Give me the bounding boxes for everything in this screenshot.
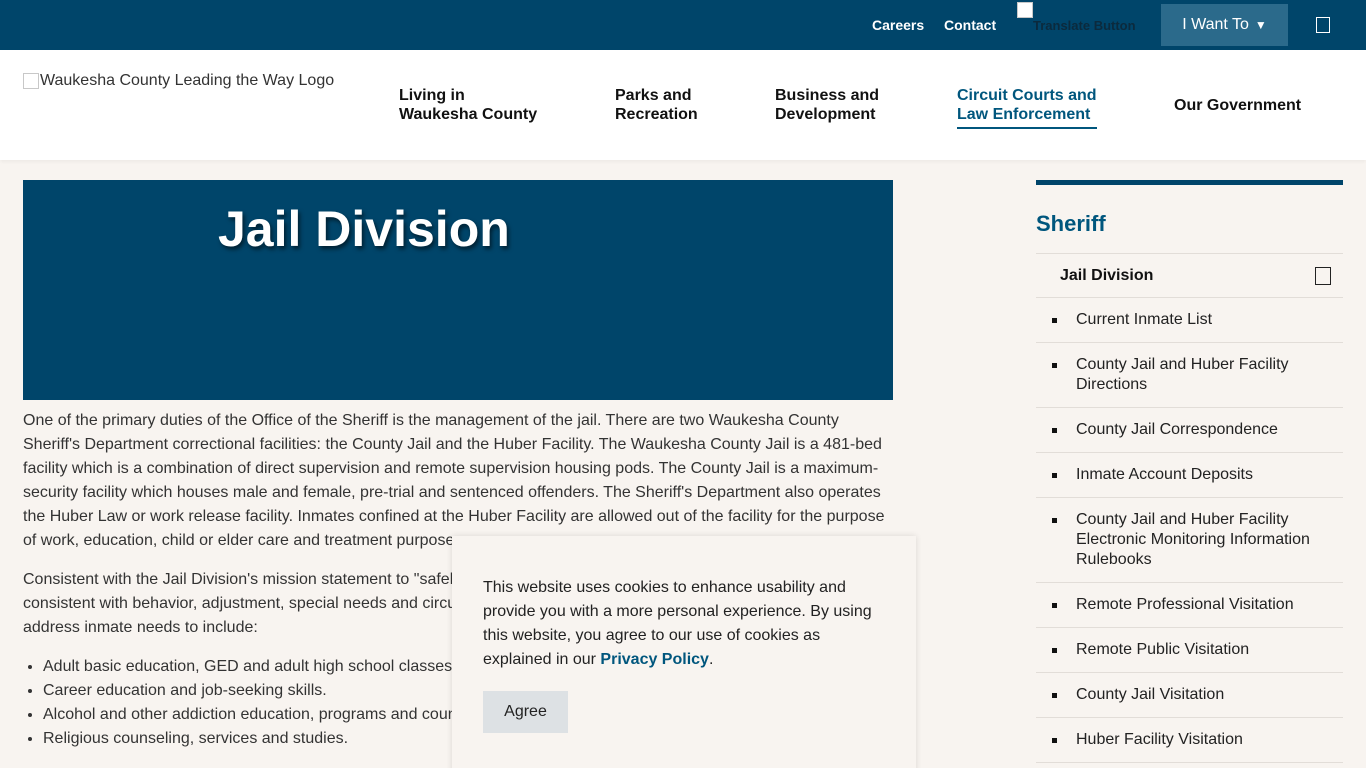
caret-down-icon: ▼ (1254, 18, 1267, 32)
intro-paragraph: One of the primary duties of the Office … (23, 412, 885, 549)
sidebar-item-inmate-account-deposits[interactable]: Inmate Account Deposits (1036, 453, 1343, 498)
sidebar-item-electronic-monitoring-rulebooks[interactable]: County Jail and Huber Facility Electroni… (1036, 498, 1343, 583)
sidebar-nav: Sheriff Jail Division Current Inmate Lis… (1036, 180, 1343, 763)
nav-business-and-development[interactable]: Business and Development (775, 86, 879, 124)
nav-our-government[interactable]: Our Government (1174, 96, 1301, 115)
broken-image-icon (23, 73, 39, 89)
nav-label: Law Enforcement (957, 106, 1091, 123)
page-title: Jail Division (218, 201, 510, 257)
contact-link[interactable]: Contact (944, 17, 996, 33)
collapse-toggle-icon[interactable] (1315, 267, 1331, 285)
nav-label: Waukesha County (399, 106, 538, 123)
sidebar-item-current-inmate-list[interactable]: Current Inmate List (1036, 298, 1343, 343)
cookie-message-end: . (708, 651, 714, 668)
nav-label: Parks and (615, 87, 692, 104)
privacy-policy-link[interactable]: Privacy Policy (600, 651, 709, 668)
cookie-message: This website uses cookies to enhance usa… (483, 576, 883, 672)
sidebar-item-remote-public-visitation[interactable]: Remote Public Visitation (1036, 628, 1343, 673)
search-icon[interactable] (1316, 17, 1330, 33)
sidebar-item-jail-correspondence[interactable]: County Jail Correspondence (1036, 408, 1343, 453)
nav-label: Business and (775, 87, 880, 104)
site-header: Waukesha County Leading the Way Logo Liv… (0, 50, 1366, 160)
nav-living-in-waukesha-county[interactable]: Living in Waukesha County (399, 86, 537, 124)
nav-label: Our Government (1174, 97, 1302, 114)
site-logo[interactable]: Waukesha County Leading the Way Logo (23, 72, 334, 90)
sidebar-item-county-jail-visitation[interactable]: County Jail Visitation (1036, 673, 1343, 718)
translate-button[interactable]: Translate Button (1017, 2, 1152, 38)
nav-label: Development (775, 106, 876, 123)
hero-banner: Jail Division (23, 180, 893, 400)
sidebar-item-jail-division[interactable]: Jail Division (1036, 253, 1343, 298)
translate-button-alt-text: Translate Button (1033, 18, 1136, 33)
logo-alt-text: Waukesha County Leading the Way Logo (40, 72, 335, 89)
sidebar-item-remote-professional-visitation[interactable]: Remote Professional Visitation (1036, 583, 1343, 628)
i-want-to-dropdown[interactable]: I Want To ▼ (1161, 4, 1288, 46)
i-want-to-label: I Want To (1182, 16, 1249, 33)
careers-link[interactable]: Careers (872, 17, 924, 33)
sidebar-heading[interactable]: Sheriff (1036, 185, 1343, 253)
nav-label: Living in (399, 87, 465, 104)
nav-parks-and-recreation[interactable]: Parks and Recreation (615, 86, 698, 124)
nav-label: Circuit Courts and (957, 87, 1097, 104)
cookie-consent-banner: This website uses cookies to enhance usa… (452, 536, 916, 768)
agree-button[interactable]: Agree (483, 691, 568, 733)
nav-circuit-courts-and-law-enforcement[interactable]: Circuit Courts and Law Enforcement (957, 86, 1097, 129)
sidebar-item-jail-huber-directions[interactable]: County Jail and Huber Facility Direction… (1036, 343, 1343, 408)
sidebar-item-label: Jail Division (1060, 266, 1154, 284)
top-utility-bar: Careers Contact Translate Button I Want … (0, 0, 1366, 50)
broken-image-icon (1017, 2, 1033, 18)
nav-label: Recreation (615, 106, 698, 123)
sidebar-item-huber-facility-visitation[interactable]: Huber Facility Visitation (1036, 718, 1343, 763)
